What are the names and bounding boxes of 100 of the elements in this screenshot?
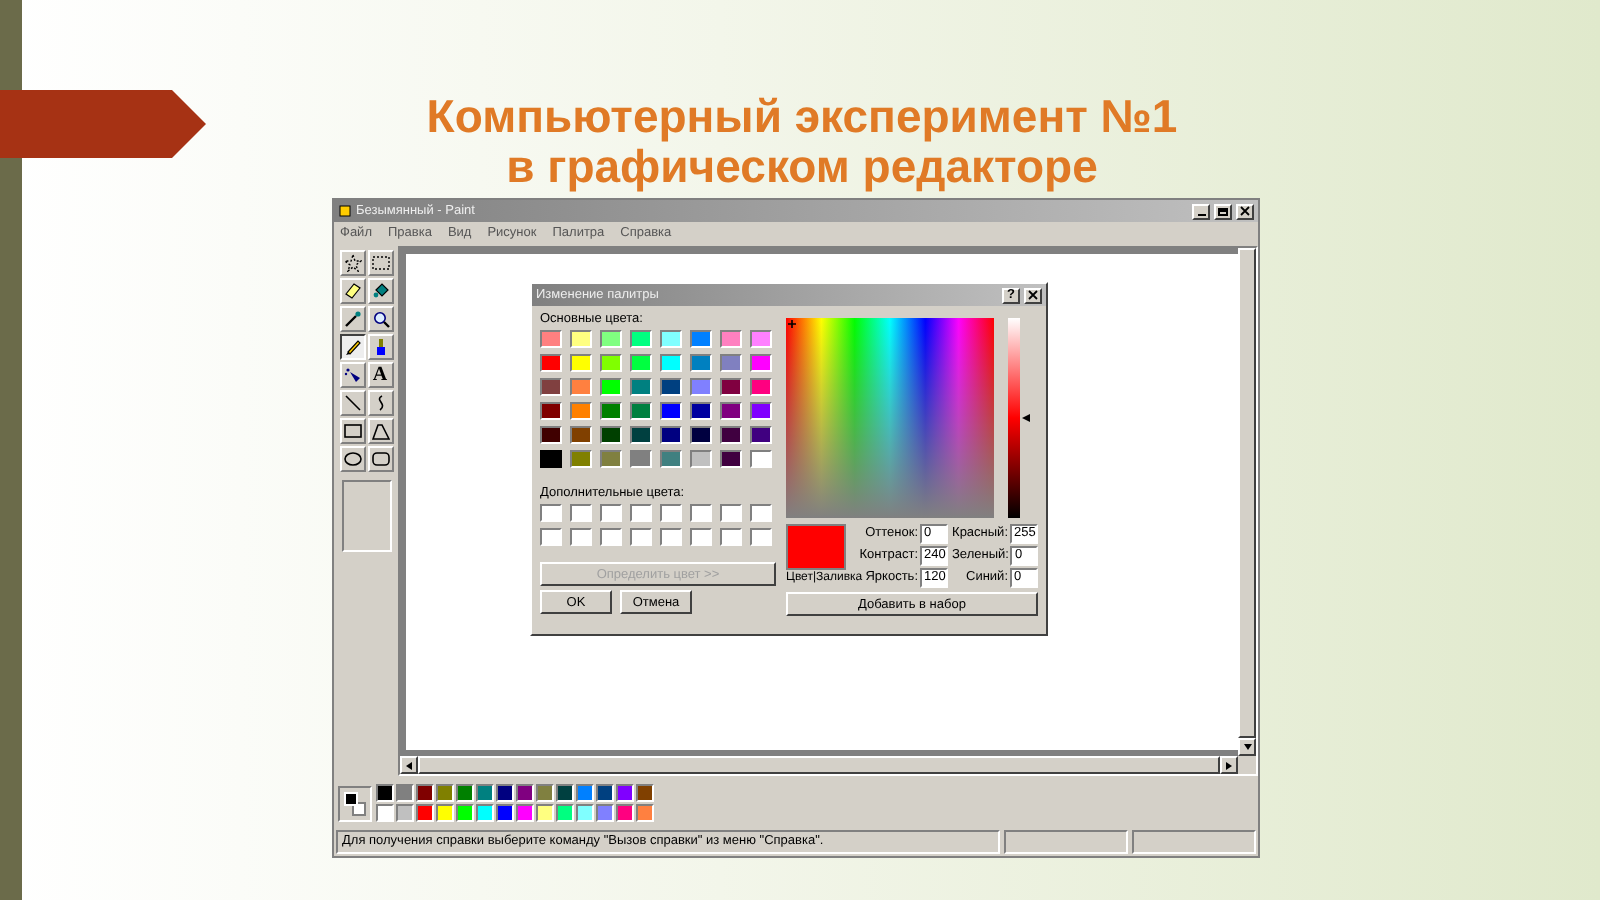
color-swatch[interactable] xyxy=(600,354,622,372)
color-swatch[interactable] xyxy=(540,504,562,522)
color-swatch[interactable] xyxy=(516,784,534,802)
color-swatch[interactable] xyxy=(660,528,682,546)
color-swatch[interactable] xyxy=(570,504,592,522)
color-swatch[interactable] xyxy=(690,426,712,444)
color-swatch[interactable] xyxy=(556,784,574,802)
color-swatch[interactable] xyxy=(630,504,652,522)
color-swatch[interactable] xyxy=(536,784,554,802)
color-swatch[interactable] xyxy=(540,426,562,444)
tool-button[interactable]: A xyxy=(367,362,393,388)
color-swatch[interactable] xyxy=(570,378,592,396)
color-swatch[interactable] xyxy=(496,804,514,822)
color-swatch[interactable] xyxy=(720,330,742,348)
color-swatch[interactable] xyxy=(436,804,454,822)
color-swatch[interactable] xyxy=(396,804,414,822)
color-swatch[interactable] xyxy=(630,426,652,444)
color-swatch[interactable] xyxy=(476,804,494,822)
color-swatch[interactable] xyxy=(540,330,562,348)
color-swatch[interactable] xyxy=(536,804,554,822)
foreground-color-swatch[interactable] xyxy=(344,791,358,805)
close-button[interactable] xyxy=(1024,287,1042,303)
color-swatch[interactable] xyxy=(720,378,742,396)
color-swatch[interactable] xyxy=(750,426,772,444)
color-swatch[interactable] xyxy=(630,450,652,468)
color-swatch[interactable] xyxy=(660,330,682,348)
color-swatch[interactable] xyxy=(720,504,742,522)
color-swatch[interactable] xyxy=(596,804,614,822)
color-swatch[interactable] xyxy=(456,804,474,822)
color-swatch[interactable] xyxy=(596,784,614,802)
color-swatch[interactable] xyxy=(690,504,712,522)
color-swatch[interactable] xyxy=(750,504,772,522)
color-swatch[interactable] xyxy=(600,450,622,468)
color-spectrum[interactable] xyxy=(786,318,994,518)
color-swatch[interactable] xyxy=(376,804,394,822)
color-swatch[interactable] xyxy=(516,804,534,822)
color-swatch[interactable] xyxy=(720,528,742,546)
color-swatch[interactable] xyxy=(616,804,634,822)
color-swatch[interactable] xyxy=(540,354,562,372)
current-colors-box[interactable] xyxy=(338,785,372,821)
color-swatch[interactable] xyxy=(396,784,414,802)
color-swatch[interactable] xyxy=(576,804,594,822)
color-swatch[interactable] xyxy=(600,378,622,396)
color-swatch[interactable] xyxy=(456,784,474,802)
color-swatch[interactable] xyxy=(750,528,772,546)
color-swatch[interactable] xyxy=(750,354,772,372)
color-swatch[interactable] xyxy=(750,450,772,468)
color-swatch[interactable] xyxy=(570,528,592,546)
color-swatch[interactable] xyxy=(630,528,652,546)
color-swatch[interactable] xyxy=(576,784,594,802)
color-swatch[interactable] xyxy=(660,426,682,444)
maximize-button[interactable] xyxy=(1214,203,1232,219)
color-swatch[interactable] xyxy=(600,426,622,444)
color-swatch[interactable] xyxy=(690,528,712,546)
color-swatch[interactable] xyxy=(540,378,562,396)
color-swatch[interactable] xyxy=(556,804,574,822)
color-swatch[interactable] xyxy=(436,784,454,802)
tool-button[interactable] xyxy=(339,334,365,360)
color-swatch[interactable] xyxy=(476,784,494,802)
color-swatch[interactable] xyxy=(600,528,622,546)
close-button[interactable] xyxy=(1236,203,1254,219)
color-swatch[interactable] xyxy=(630,330,652,348)
color-swatch[interactable] xyxy=(376,784,394,802)
color-swatch[interactable] xyxy=(720,402,742,420)
color-swatch[interactable] xyxy=(540,528,562,546)
color-swatch[interactable] xyxy=(630,378,652,396)
color-swatch[interactable] xyxy=(600,330,622,348)
color-swatch[interactable] xyxy=(750,378,772,396)
color-swatch[interactable] xyxy=(570,450,592,468)
color-swatch[interactable] xyxy=(720,354,742,372)
color-swatch[interactable] xyxy=(750,402,772,420)
color-swatch[interactable] xyxy=(570,426,592,444)
color-swatch[interactable] xyxy=(690,354,712,372)
color-swatch[interactable] xyxy=(636,784,654,802)
color-swatch[interactable] xyxy=(416,784,434,802)
color-swatch[interactable] xyxy=(570,402,592,420)
color-swatch[interactable] xyxy=(660,504,682,522)
color-swatch[interactable] xyxy=(496,784,514,802)
luminance-bar[interactable] xyxy=(1008,318,1020,518)
color-swatch[interactable] xyxy=(570,354,592,372)
color-swatch[interactable] xyxy=(690,330,712,348)
color-swatch[interactable] xyxy=(720,426,742,444)
color-swatch[interactable] xyxy=(570,330,592,348)
color-swatch[interactable] xyxy=(750,330,772,348)
color-swatch[interactable] xyxy=(690,450,712,468)
color-swatch[interactable] xyxy=(690,402,712,420)
color-swatch[interactable] xyxy=(720,450,742,468)
color-swatch[interactable] xyxy=(540,402,562,420)
color-swatch[interactable] xyxy=(636,804,654,822)
color-swatch[interactable] xyxy=(630,402,652,420)
horizontal-scrollbar[interactable] xyxy=(400,756,1238,774)
color-swatch[interactable] xyxy=(690,378,712,396)
color-swatch[interactable] xyxy=(660,354,682,372)
color-swatch[interactable] xyxy=(660,402,682,420)
color-swatch[interactable] xyxy=(616,784,634,802)
color-swatch[interactable] xyxy=(630,354,652,372)
color-swatch[interactable] xyxy=(600,504,622,522)
color-swatch[interactable] xyxy=(416,804,434,822)
luminance-pointer-icon[interactable] xyxy=(1022,414,1030,422)
color-swatch[interactable] xyxy=(660,450,682,468)
